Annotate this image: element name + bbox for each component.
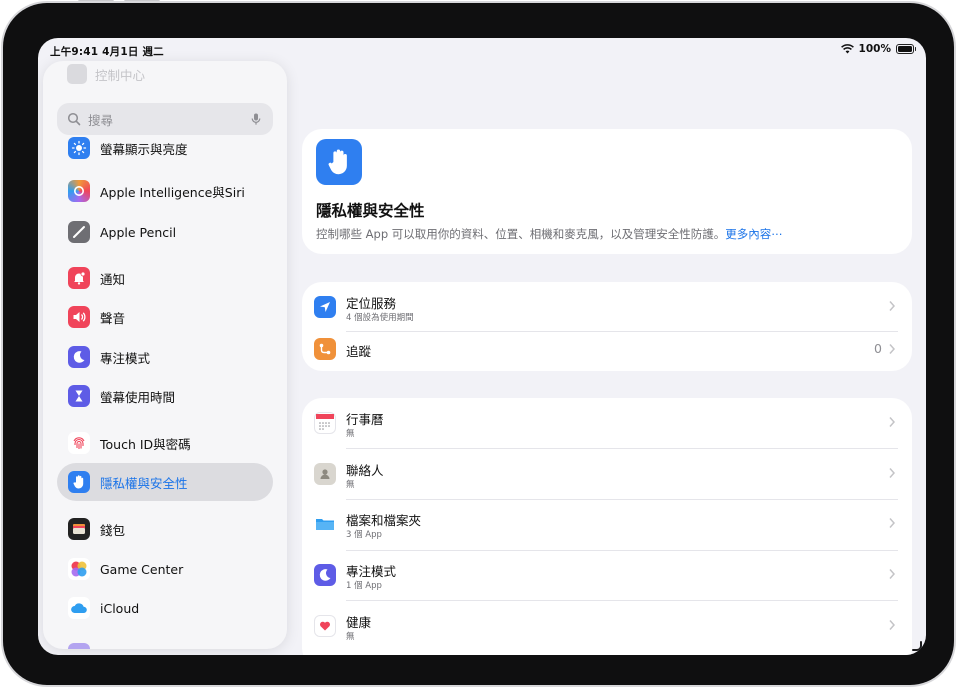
row-title: 專注模式 [346, 564, 397, 579]
sidebar-item-wallet[interactable]: 錢包 [57, 510, 273, 548]
row-focus[interactable]: 專注模式 1 個 App [302, 550, 912, 600]
row-tracking[interactable]: 追蹤 0 [302, 327, 912, 371]
row-subtitle: 無 [346, 429, 355, 439]
chevron-right-icon [889, 301, 896, 311]
health-heart-icon [314, 615, 336, 637]
chevron-right-icon [889, 620, 896, 630]
sidebar-item-label: Apple Pencil [100, 224, 177, 240]
more-link[interactable]: 更多內容⋯ [725, 227, 783, 241]
row-subtitle: 1 個 App [346, 581, 382, 591]
sidebar-item-label: 聲音 [100, 310, 126, 326]
sidebar-item-notifications[interactable]: 通知 [57, 259, 273, 297]
chevron-right-icon [889, 468, 896, 478]
calendar-icon [314, 412, 336, 434]
bell-icon [68, 267, 90, 289]
ipad-bezel: 上午9:41 4月1日 週二 100% 控制中心 搜尋 螢幕顯示與亮度 Appl… [3, 3, 954, 685]
sidebar-item-label: 螢幕使用時間 [100, 389, 176, 405]
row-title: 定位服務 [346, 296, 397, 311]
sidebar-item-label: iCloud [100, 600, 140, 616]
folder-icon [314, 513, 336, 535]
row-calendars[interactable]: 行事曆 無 [302, 398, 912, 448]
row-title: 健康 [346, 615, 372, 630]
page-title: 隱私權與安全性 [316, 202, 425, 220]
page-description: 控制哪些 App 可以取用你的資料、位置、相機和麥克風，以及管理安全性防護。更多… [316, 226, 783, 242]
sidebar-item-apple-intelligence-siri[interactable]: Apple Intelligence與Siri [57, 172, 273, 210]
row-health[interactable]: 健康 無 [302, 601, 912, 651]
row-location-services[interactable]: 定位服務 4 個設為使用期間 [302, 282, 912, 332]
contacts-icon [314, 463, 336, 485]
row-subtitle: 4 個設為使用期間 [346, 313, 414, 323]
sidebar-item-label: 控制中心 [95, 67, 146, 83]
control-center-icon [67, 64, 87, 84]
location-tracking-group: 定位服務 4 個設為使用期間 追蹤 0 [302, 282, 912, 371]
status-time-date: 上午9:41 4月1日 週二 [50, 46, 164, 58]
sidebar-item-label: 螢幕顯示與亮度 [100, 141, 188, 157]
hourglass-icon [68, 385, 90, 407]
sidebar-item-apple-pencil[interactable]: Apple Pencil [57, 213, 273, 251]
fingerprint-icon [68, 432, 90, 454]
sidebar[interactable]: 控制中心 搜尋 螢幕顯示與亮度 Apple Intelligence與Siri [43, 61, 287, 649]
row-value: 0 [874, 341, 882, 356]
row-files-folders[interactable]: 檔案和檔案夾 3 個 App [302, 499, 912, 549]
privacy-header-card: 隱私權與安全性 控制哪些 App 可以取用你的資料、位置、相機和麥克風，以及管理… [302, 129, 912, 254]
resize-corner-icon [912, 641, 922, 651]
sidebar-item-label: 隱私權與安全性 [100, 475, 188, 491]
chevron-right-icon [889, 344, 896, 354]
game-center-icon [68, 558, 90, 580]
sidebar-item-game-center[interactable]: Game Center [57, 550, 273, 588]
sidebar-item-sounds[interactable]: 聲音 [57, 298, 273, 336]
pencil-icon [68, 221, 90, 243]
screen: 上午9:41 4月1日 週二 100% 控制中心 搜尋 螢幕顯示與亮度 Appl… [38, 38, 926, 655]
sidebar-item-label: 通知 [100, 271, 126, 287]
chevron-right-icon [889, 569, 896, 579]
tracking-icon [314, 338, 336, 360]
location-arrow-icon [314, 296, 336, 318]
moon-icon [68, 346, 90, 368]
sidebar-item-label: 專注模式 [100, 350, 151, 366]
wallet-icon [68, 518, 90, 540]
microphone-icon[interactable] [249, 112, 263, 126]
row-title: 追蹤 [346, 344, 372, 359]
hand-icon [316, 139, 362, 185]
row-contacts[interactable]: 聯絡人 無 [302, 449, 912, 499]
sidebar-item-privacy-security[interactable]: 隱私權與安全性 [57, 463, 273, 501]
app-permissions-group: 行事曆 無 聯絡人 無 檔案和檔案夾 3 個 App 專注模式 1 個 App … [302, 398, 912, 655]
sidebar-item-label: Apple Intelligence與Siri [100, 184, 245, 200]
description-text: 控制哪些 App 可以取用你的資料、位置、相機和麥克風，以及管理安全性防護。 [316, 227, 726, 241]
moon-icon [314, 564, 336, 586]
row-subtitle: 3 個 App [346, 530, 382, 540]
search-icon [67, 112, 81, 126]
row-subtitle: 無 [346, 480, 355, 490]
cloud-icon [68, 597, 90, 619]
sidebar-item-label: Touch ID與密碼 [100, 436, 191, 452]
chevron-right-icon [889, 417, 896, 427]
hand-icon [68, 471, 90, 493]
sun-icon [68, 137, 90, 159]
sidebar-item-label: Game Center [100, 561, 184, 577]
sidebar-item-display-brightness[interactable]: 螢幕顯示與亮度 [57, 129, 273, 167]
row-title: 行事曆 [346, 412, 384, 427]
row-title: 聯絡人 [346, 463, 384, 478]
apple-intelligence-icon [68, 180, 90, 202]
sidebar-item-control-center[interactable]: 控制中心 [67, 64, 145, 84]
chevron-right-icon [889, 518, 896, 528]
sidebar-item-touch-id-passcode[interactable]: Touch ID與密碼 [57, 424, 273, 462]
sidebar-item-icloud[interactable]: iCloud [57, 589, 273, 627]
search-input[interactable]: 搜尋 [88, 110, 249, 129]
sidebar-item-focus[interactable]: 專注模式 [57, 338, 273, 376]
sidebar-item-screen-time[interactable]: 螢幕使用時間 [57, 377, 273, 415]
main-content: 隱私權與安全性 控制哪些 App 可以取用你的資料、位置、相機和麥克風，以及管理… [302, 38, 926, 655]
row-title: 檔案和檔案夾 [346, 513, 422, 528]
sidebar-item-label: 錢包 [100, 522, 126, 538]
sidebar-next-item-icon [68, 643, 90, 649]
speaker-icon [68, 306, 90, 328]
row-subtitle: 無 [346, 632, 355, 642]
